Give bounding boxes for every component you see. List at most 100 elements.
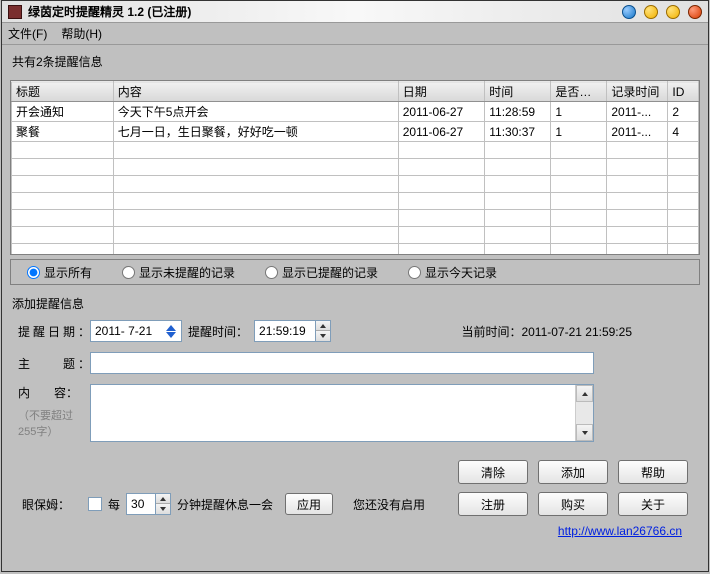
table-row[interactable] (12, 159, 699, 176)
apply-button[interactable]: 应用 (285, 493, 333, 515)
cell-title (12, 193, 114, 210)
maximize-button[interactable] (666, 5, 680, 19)
cell-time (485, 244, 551, 256)
table-row[interactable] (12, 142, 699, 159)
titlebar: 绿茵定时提醒精灵 1.2 (已注册) (2, 1, 708, 23)
cell-time (485, 227, 551, 244)
close-button[interactable] (688, 5, 702, 19)
col-title[interactable]: 标题 (12, 82, 114, 102)
cell-rectime (607, 176, 668, 193)
col-date[interactable]: 日期 (398, 82, 485, 102)
minimize-button[interactable] (644, 5, 658, 19)
table-row[interactable] (12, 227, 699, 244)
filter-today[interactable]: 显示今天记录 (408, 264, 497, 281)
eye-label: 眼保姆： (22, 496, 82, 513)
content-note: （不要超过255字） (18, 407, 78, 439)
cell-id: 2 (668, 102, 699, 122)
calendar-icon[interactable] (163, 322, 179, 340)
cell-title (12, 176, 114, 193)
about-button[interactable]: 关于 (618, 492, 688, 516)
table-row[interactable]: 开会通知今天下午5点开会2011-06-2711:28:5912011-...2 (12, 102, 699, 122)
buy-button[interactable]: 购买 (538, 492, 608, 516)
cell-date (398, 193, 485, 210)
eye-num-box[interactable] (126, 493, 171, 515)
website-link[interactable]: http://www.lan26766.cn (558, 524, 682, 538)
textarea-scrollbar[interactable] (575, 385, 593, 441)
cell-date (398, 142, 485, 159)
extra-button[interactable] (622, 5, 636, 19)
col-rectime[interactable]: 记录时间 (607, 82, 668, 102)
time-spin-down[interactable] (316, 331, 330, 341)
cell-title: 开会通知 (12, 102, 114, 122)
cell-rectime (607, 159, 668, 176)
table-wrap: 标题 内容 日期 时间 是否生效 记录时间 ID 开会通知今天下午5点开会201… (10, 80, 700, 255)
cell-valid (551, 176, 607, 193)
cell-date (398, 210, 485, 227)
cell-rectime: 2011-... (607, 122, 668, 142)
scroll-up-icon[interactable] (576, 385, 593, 402)
time-picker[interactable] (254, 320, 331, 342)
cell-title (12, 142, 114, 159)
filter-reminded[interactable]: 显示已提醒的记录 (265, 264, 378, 281)
time-spin-up[interactable] (316, 321, 330, 331)
filter-all-radio[interactable] (27, 266, 40, 279)
app-icon (8, 5, 22, 19)
eye-num-input[interactable] (127, 495, 155, 513)
cell-valid (551, 193, 607, 210)
cell-id (668, 193, 699, 210)
time-label: 提醒时间： (188, 323, 248, 340)
date-input[interactable] (91, 322, 163, 340)
date-picker[interactable] (90, 320, 182, 342)
help-button[interactable]: 帮助 (618, 460, 688, 484)
menu-file[interactable]: 文件(F) (8, 25, 47, 42)
eye-spin-down[interactable] (156, 504, 170, 514)
subject-input[interactable] (91, 353, 593, 373)
table-row[interactable] (12, 193, 699, 210)
content-textarea[interactable] (91, 385, 575, 441)
cell-id (668, 210, 699, 227)
cell-time: 11:30:37 (485, 122, 551, 142)
table-row[interactable]: 聚餐七月一日，生日聚餐，好好吃一顿2011-06-2711:30:3712011… (12, 122, 699, 142)
col-id[interactable]: ID (668, 82, 699, 102)
eye-checkbox[interactable] (88, 497, 102, 511)
eye-text: 分钟提醒休息一会 (177, 496, 273, 513)
eye-every: 每 (108, 496, 120, 513)
date-label: 提醒日期 (18, 323, 90, 340)
content-label: 内 容 (18, 386, 78, 400)
cell-content (113, 210, 398, 227)
clear-button[interactable]: 清除 (458, 460, 528, 484)
scroll-down-icon[interactable] (576, 424, 593, 441)
time-input[interactable] (255, 322, 315, 340)
filter-unremind[interactable]: 显示未提醒的记录 (122, 264, 235, 281)
cell-id (668, 227, 699, 244)
eye-status: 您还没有启用 (353, 496, 425, 513)
cell-date: 2011-06-27 (398, 102, 485, 122)
cell-date (398, 159, 485, 176)
cell-title (12, 210, 114, 227)
menu-help[interactable]: 帮助(H) (61, 25, 102, 42)
table-row[interactable] (12, 244, 699, 256)
filter-today-radio[interactable] (408, 266, 421, 279)
eye-spin-up[interactable] (156, 494, 170, 504)
table-row[interactable] (12, 210, 699, 227)
cell-valid (551, 159, 607, 176)
cell-time: 11:28:59 (485, 102, 551, 122)
cell-valid (551, 227, 607, 244)
add-button[interactable]: 添加 (538, 460, 608, 484)
cell-id (668, 159, 699, 176)
cell-time (485, 159, 551, 176)
window-title: 绿茵定时提醒精灵 1.2 (已注册) (28, 3, 191, 20)
table-row[interactable] (12, 176, 699, 193)
cell-rectime (607, 244, 668, 256)
filter-reminded-radio[interactable] (265, 266, 278, 279)
cell-date: 2011-06-27 (398, 122, 485, 142)
filter-unremind-radio[interactable] (122, 266, 135, 279)
col-time[interactable]: 时间 (485, 82, 551, 102)
filter-all[interactable]: 显示所有 (27, 264, 92, 281)
cell-title (12, 159, 114, 176)
cell-content: 今天下午5点开会 (113, 102, 398, 122)
register-button[interactable]: 注册 (458, 492, 528, 516)
cell-time (485, 142, 551, 159)
col-content[interactable]: 内容 (113, 82, 398, 102)
col-valid[interactable]: 是否生效 (551, 82, 607, 102)
